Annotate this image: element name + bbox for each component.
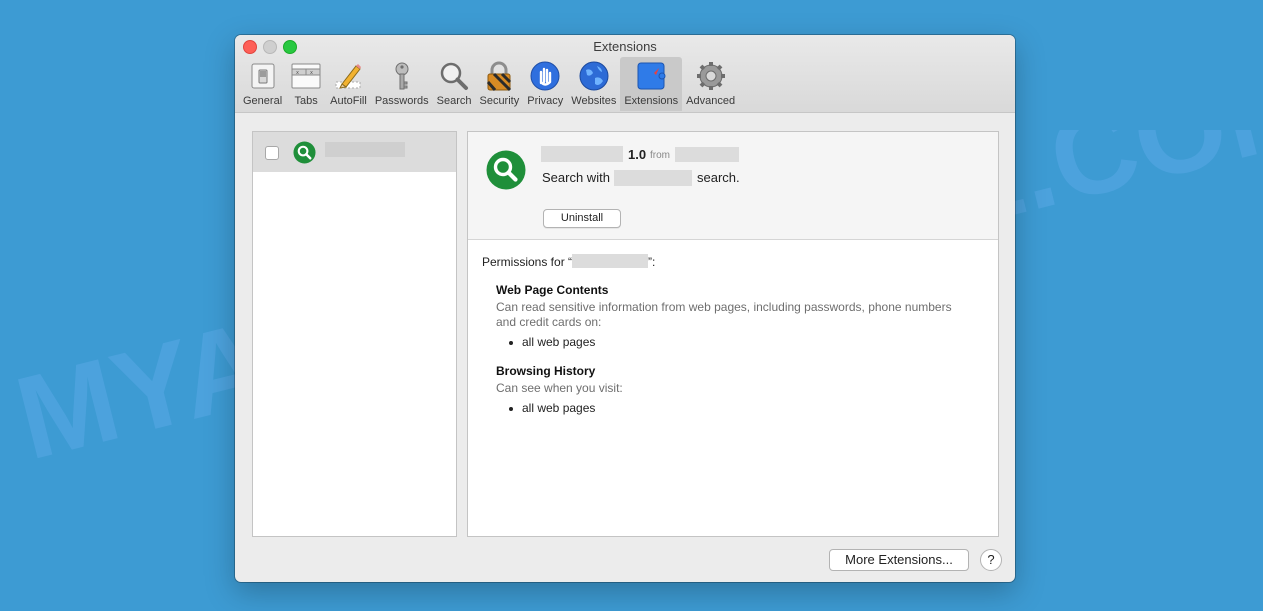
extension-name-redacted <box>325 142 405 157</box>
green-magnifier-icon <box>293 141 316 164</box>
help-button[interactable]: ? <box>980 549 1002 571</box>
tab-tabs[interactable]: x x Tabs <box>286 57 326 111</box>
window-title: Extensions <box>593 39 657 54</box>
svg-text:x: x <box>310 70 313 76</box>
tab-label: General <box>243 95 283 107</box>
permissions-title-suffix: ”: <box>648 255 656 269</box>
permission-heading: Browsing History <box>496 364 596 378</box>
tab-search[interactable]: Search <box>433 57 476 111</box>
gear-icon <box>696 62 725 90</box>
globe-icon <box>579 61 609 91</box>
permission-scope: all web pages <box>522 335 596 349</box>
key-icon <box>395 62 409 90</box>
tab-extensions[interactable]: Extensions <box>620 57 683 111</box>
permissions-title-prefix: Permissions for “ <box>482 255 573 269</box>
tab-passwords[interactable]: Passwords <box>371 57 433 111</box>
tab-websites[interactable]: Websites <box>567 57 620 111</box>
general-switch-icon <box>251 63 275 89</box>
tab-label: Security <box>479 95 520 107</box>
tab-autofill[interactable]: AutoFill <box>326 57 371 111</box>
tab-label: Advanced <box>686 95 736 107</box>
tabs-icon: x x <box>291 63 321 89</box>
tab-general[interactable]: General <box>239 57 286 111</box>
extension-version: 1.0 <box>628 147 647 162</box>
extension-description-redacted <box>614 170 692 186</box>
extension-list-item[interactable] <box>253 132 456 172</box>
permissions-extension-name-redacted <box>572 254 649 268</box>
permission-list-item: all web pages <box>509 335 595 349</box>
tab-label: Search <box>436 95 472 107</box>
permission-section: Web Page Contents Can read sensitive inf… <box>496 283 956 330</box>
more-extensions-button[interactable]: More Extensions... <box>829 549 969 571</box>
magnifier-icon <box>440 62 469 90</box>
extension-from-label: from <box>650 150 670 161</box>
tab-label: Privacy <box>527 95 564 107</box>
tab-security[interactable]: Security <box>475 57 523 111</box>
extension-name-redacted <box>541 146 623 162</box>
hand-icon <box>530 61 560 91</box>
preferences-tabbar: General x x Tabs AutoFill Passwords Sear… <box>239 57 739 111</box>
lock-icon <box>487 61 512 92</box>
permission-heading: Web Page Contents <box>496 283 609 297</box>
extension-header: 1.0 from Search with search. Uninstall <box>468 132 998 240</box>
extensions-list <box>252 131 457 537</box>
svg-text:x: x <box>296 70 299 76</box>
green-magnifier-icon <box>486 150 526 190</box>
tab-label: AutoFill <box>330 95 367 107</box>
puzzle-compass-icon <box>637 62 666 90</box>
permission-description: Can see when you visit: <box>496 381 623 395</box>
pencil-icon <box>335 64 362 89</box>
tab-label: Tabs <box>294 95 318 107</box>
tab-advanced[interactable]: Advanced <box>682 57 739 111</box>
permission-section: Browsing History Can see when you visit: <box>496 364 956 396</box>
tab-label: Websites <box>571 95 617 107</box>
tab-privacy[interactable]: Privacy <box>523 57 567 111</box>
tab-label: Passwords <box>374 95 429 107</box>
permission-description: Can read sensitive information from web … <box>496 300 952 329</box>
uninstall-button[interactable]: Uninstall <box>543 209 621 228</box>
permission-scope: all web pages <box>522 401 596 415</box>
developer-name-redacted <box>675 147 739 162</box>
permissions-title: Permissions for “ ”: <box>482 254 655 269</box>
extension-description-suffix: search. <box>697 170 740 185</box>
toolbar: Extensions General x x Tabs AutoFill Pas… <box>235 35 1015 113</box>
extension-detail-panel: 1.0 from Search with search. Uninstall P… <box>467 131 999 537</box>
preferences-window: Extensions General x x Tabs AutoFill Pas… <box>235 35 1015 582</box>
tab-label: Extensions <box>624 95 679 107</box>
extension-description-prefix: Search with <box>542 170 610 185</box>
extension-enable-checkbox[interactable] <box>265 146 279 160</box>
permission-list-item: all web pages <box>509 401 595 415</box>
